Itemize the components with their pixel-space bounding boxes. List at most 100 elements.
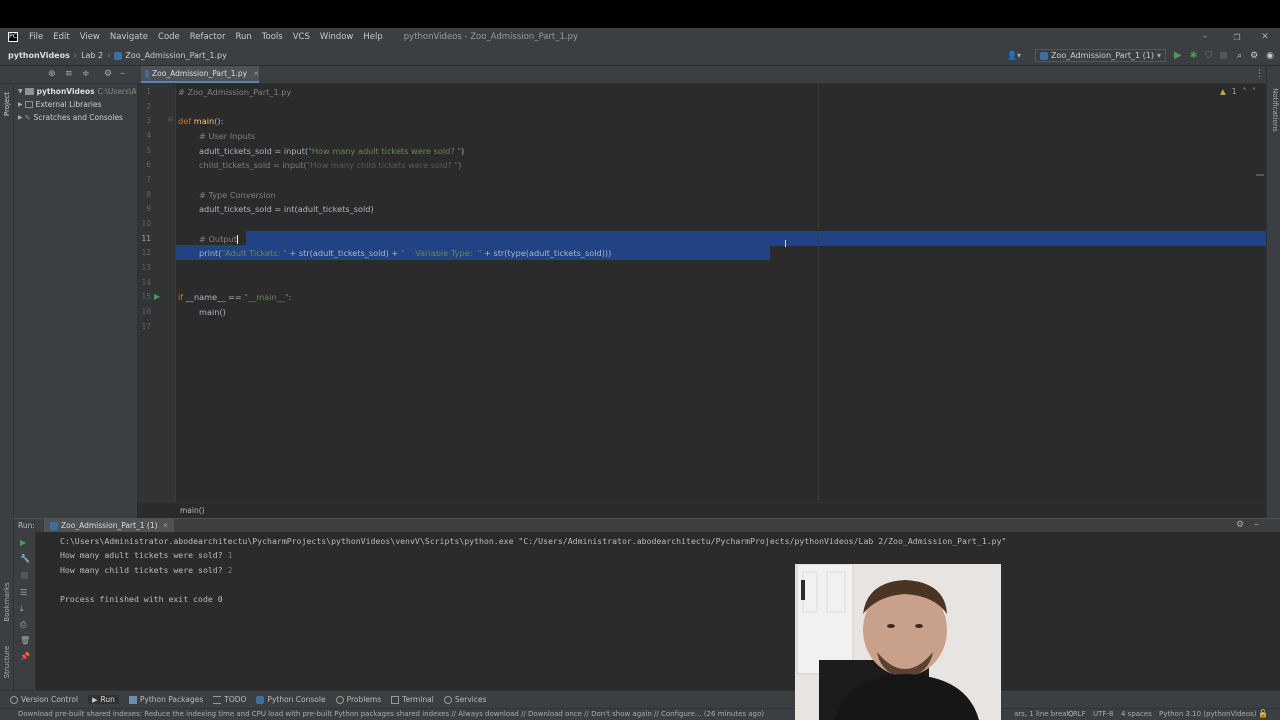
status-indent[interactable]: 4 spaces	[1121, 710, 1152, 718]
chevron-up-icon[interactable]: ˄	[1243, 87, 1247, 96]
line-number: 9	[146, 204, 151, 213]
run-config-selector[interactable]: Zoo_Admission_Part_1 (1) ▾	[1035, 49, 1166, 62]
coverage-icon[interactable]: ⛉	[1205, 51, 1212, 61]
tree-root-path: C:\Users\A	[97, 87, 137, 96]
ide-logo-icon: ◉	[1266, 50, 1274, 61]
console-input: 1	[227, 550, 233, 560]
status-encoding[interactable]: UTF-8	[1093, 710, 1113, 718]
tab-version-control[interactable]: Version Control	[10, 695, 78, 704]
trash-icon[interactable]: 🗑	[20, 636, 30, 645]
tab-zoo-admission[interactable]: Zoo_Admission_Part_1.py ✕	[141, 66, 259, 83]
close-icon[interactable]: ✕	[1254, 32, 1276, 42]
tab-todo[interactable]: TODO	[213, 695, 246, 704]
tab-problems[interactable]: Problems	[335, 695, 381, 704]
tree-item-scratches[interactable]: ▶ ✎ Scratches and Consoles	[18, 111, 123, 124]
bookmarks-toolwindow-tab[interactable]: Bookmarks	[3, 577, 11, 627]
close-icon[interactable]: ✕	[253, 70, 259, 78]
chevron-down-icon: ▾	[1156, 51, 1161, 60]
run-gutter-icon[interactable]: ▶	[154, 292, 160, 301]
debug-icon[interactable]: ✱	[1190, 51, 1198, 61]
tab-menu-icon[interactable]: ⋮	[1255, 69, 1264, 79]
code-text: ():	[214, 116, 224, 126]
fold-icon[interactable]: ⊟	[168, 116, 173, 123]
bottom-tab-label: Python Console	[267, 695, 326, 704]
collapse-all-icon[interactable]: ≑	[82, 69, 90, 79]
chevron-right-icon: ▶	[18, 114, 23, 121]
status-interpreter[interactable]: Python 3.10 (pythonVideos)	[1159, 710, 1257, 718]
console-prompt: How many adult tickets were sold?	[60, 550, 228, 560]
text-caret	[236, 235, 238, 244]
run-icon[interactable]: ▶	[1174, 50, 1182, 61]
tab-run[interactable]: ▶ Run	[88, 695, 119, 704]
tree-item-external-libraries[interactable]: ▶ External Libraries	[18, 98, 102, 111]
tab-python-packages[interactable]: Python Packages	[128, 695, 203, 704]
status-message[interactable]: Download pre-built shared indexes: Reduc…	[18, 710, 764, 718]
menu-navigate[interactable]: Navigate	[105, 32, 153, 42]
close-icon[interactable]: ✕	[163, 522, 169, 530]
code-text: child_tickets_sold =	[199, 160, 283, 170]
tab-terminal[interactable]: Terminal	[391, 695, 434, 704]
notifications-toolwindow-tab[interactable]: Notifications	[1271, 80, 1279, 140]
pin-icon[interactable]: 📌	[20, 652, 30, 661]
project-toolwindow-tab[interactable]: Project	[3, 89, 11, 119]
line-number: 1	[146, 87, 151, 96]
code-editor[interactable]: # Zoo_Admission_Part_1.py def main(): # …	[176, 84, 1266, 502]
line-number: 15	[141, 292, 151, 301]
gear-icon[interactable]: ⚙	[104, 69, 112, 79]
stop-icon[interactable]	[1220, 52, 1228, 59]
soft-wrap-icon[interactable]: ☰	[20, 588, 27, 597]
menu-help[interactable]: Help	[358, 32, 387, 42]
expand-all-icon[interactable]: ≡	[65, 69, 73, 79]
hide-icon[interactable]: –	[1254, 519, 1259, 530]
tab-label: Zoo_Admission_Part_1.py	[152, 69, 248, 78]
tree-item-root[interactable]: ▼ pythonVideos C:\Users\A	[18, 85, 137, 98]
menu-edit[interactable]: Edit	[48, 32, 74, 42]
hide-icon[interactable]: –	[120, 68, 125, 79]
line-number: 5	[146, 146, 151, 155]
breadcrumb: main()	[137, 502, 1266, 518]
status-line-separator[interactable]: CRLF	[1068, 710, 1086, 718]
menu-tools[interactable]: Tools	[257, 32, 288, 42]
selection-highlight	[246, 231, 1266, 246]
stop-icon[interactable]	[21, 572, 28, 579]
user-icon[interactable]: 👤▾	[1007, 51, 1021, 60]
line-number: 17	[141, 322, 151, 331]
print-icon[interactable]: ⎙	[20, 620, 26, 630]
status-line-info[interactable]: ars, 1 line break)	[1014, 710, 1073, 718]
menu-vcs[interactable]: VCS	[288, 32, 315, 42]
nav-folder[interactable]: Lab 2	[81, 51, 103, 60]
window-titlebar	[0, 0, 1280, 28]
minimize-icon[interactable]: –	[1198, 32, 1212, 42]
editor-tabs: Zoo_Admission_Part_1.py ✕ ⋮	[137, 66, 1280, 84]
chevron-down-icon[interactable]: ˅	[1252, 87, 1256, 96]
scroll-to-end-icon[interactable]: ⤓	[20, 604, 24, 614]
run-panel-title: Run:	[18, 521, 35, 530]
settings-icon[interactable]: ⚙	[1250, 51, 1258, 61]
menu-code[interactable]: Code	[153, 32, 185, 42]
nav-file[interactable]: Zoo_Admission_Part_1.py	[125, 51, 226, 60]
run-tab[interactable]: Zoo_Admission_Part_1 (1) ✕	[44, 519, 175, 532]
code-comment: # Zoo_Admission_Part_1.py	[178, 87, 292, 97]
wrench-icon[interactable]: 🔧	[20, 554, 30, 563]
maximize-icon[interactable]: ❐	[1226, 33, 1248, 42]
locate-icon[interactable]: ⊕	[48, 69, 56, 79]
structure-toolwindow-tab[interactable]: Structure	[3, 637, 11, 687]
rerun-icon[interactable]: ▶	[20, 538, 26, 547]
breadcrumb-item[interactable]: main()	[180, 506, 205, 515]
menu-refactor[interactable]: Refactor	[185, 32, 231, 42]
gear-icon[interactable]: ⚙	[1236, 520, 1244, 530]
python-file-icon	[145, 69, 149, 78]
menu-file[interactable]: File	[24, 32, 48, 42]
menu-window[interactable]: Window	[315, 32, 359, 42]
nav-project[interactable]: pythonVideos	[8, 51, 70, 60]
tree-item-label: Scratches and Consoles	[33, 113, 123, 122]
tab-services[interactable]: Services	[443, 695, 487, 704]
inspection-widget[interactable]: ▲ 1 ˄ ˅	[1220, 87, 1256, 96]
menu-view[interactable]: View	[75, 32, 105, 42]
run-console[interactable]: C:\Users\Administrator.abodearchitectu\P…	[36, 532, 1280, 690]
tree-root-label: pythonVideos	[36, 87, 95, 96]
tab-python-console[interactable]: Python Console	[256, 695, 326, 704]
lock-icon[interactable]: 🔓	[1258, 709, 1268, 718]
search-icon[interactable]: ⌕	[1237, 51, 1242, 61]
menu-run[interactable]: Run	[230, 32, 256, 42]
